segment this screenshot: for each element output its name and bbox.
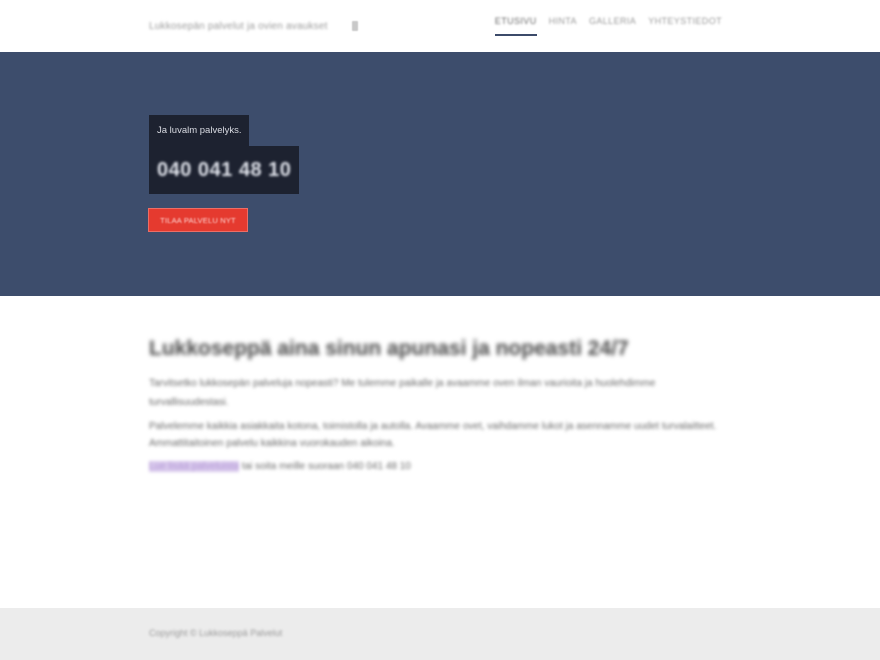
hero-phone-box: 040 041 48 10 xyxy=(149,146,300,194)
hero-section: Ja luvalm palvelyks. 040 041 48 10 Tilaa… xyxy=(0,52,880,296)
nav-item-gallery[interactable]: Galleria xyxy=(589,16,636,36)
site-header: Lukkosepän palvelut ja ovien avaukset Et… xyxy=(0,0,880,52)
nav-item-label: Etusivu xyxy=(494,16,537,26)
intro-paragraph: Tarvitsetko lukkosepän palveluja nopeast… xyxy=(149,378,656,408)
order-service-button[interactable]: Tilaa palvelu nyt xyxy=(148,208,248,232)
nav-item-home[interactable]: Etusivu xyxy=(494,16,537,36)
read-more-link[interactable]: Lue lisää palveluista xyxy=(149,461,240,472)
brand-name[interactable]: Lukkosepän palvelut ja ovien avaukset xyxy=(149,21,328,32)
services-paragraph: Palvelemme kaikkia asiakkaita kotona, to… xyxy=(149,421,717,449)
page-title: Lukkoseppä aina sinun apunasi ja nopeast… xyxy=(149,337,629,360)
site-footer: Copyright © Lukkoseppä Palvelut xyxy=(0,608,880,660)
read-more-line: Lue lisää palveluista tai soita meille s… xyxy=(149,461,721,472)
brand[interactable]: Lukkosepän palvelut ja ovien avaukset xyxy=(149,18,358,34)
main-nav: Etusivu Hinta Galleria Yhteystiedot xyxy=(494,16,722,36)
order-service-label: Tilaa palvelu nyt xyxy=(160,215,236,225)
hero-lead-box: Ja luvalm palvelyks. xyxy=(149,115,250,146)
hero-phone-number[interactable]: 040 041 48 10 xyxy=(157,159,291,182)
main-content: Lukkoseppä aina sinun apunasi ja nopeast… xyxy=(149,334,721,472)
nav-item-pricing[interactable]: Hinta xyxy=(549,16,577,36)
read-more-suffix: tai soita meille suoraan 040 041 48 10 xyxy=(241,461,411,472)
footer-copyright: Copyright © Lukkoseppä Palvelut xyxy=(149,628,283,638)
hero-lead-text: Ja luvalm palvelyks. xyxy=(157,125,242,136)
nav-item-contact[interactable]: Yhteystiedot xyxy=(648,16,722,36)
brand-logo-icon xyxy=(351,21,358,31)
